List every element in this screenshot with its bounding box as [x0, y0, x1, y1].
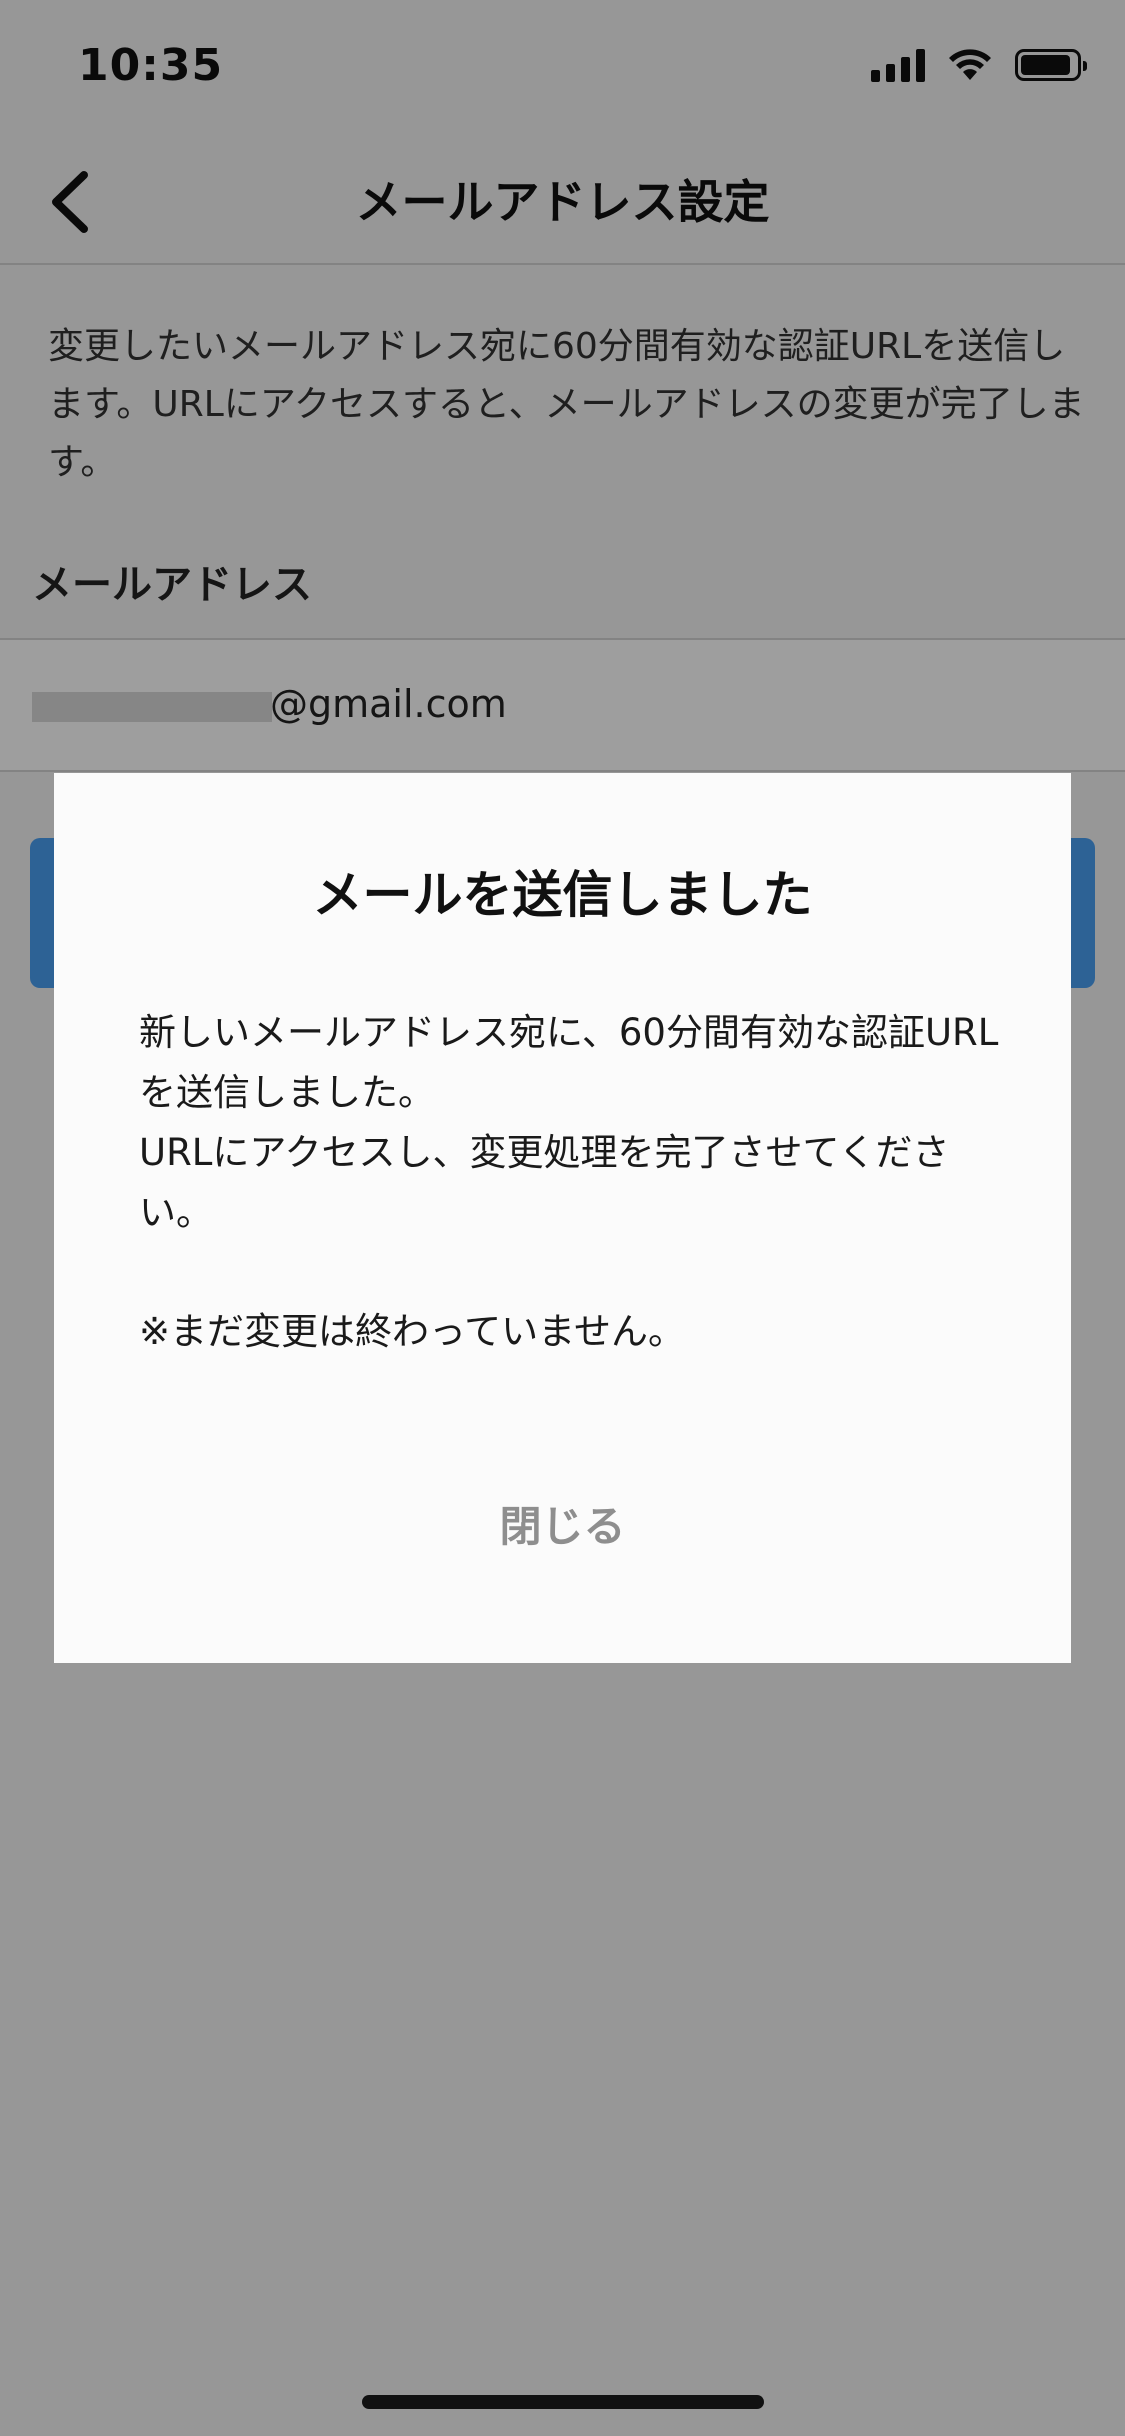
- dialog-message-line: 新しいメールアドレス宛に、60分間有効な認証URLを送信しました。: [139, 1011, 999, 1114]
- screen: 10:35 メールアドレス設定 変更したいメールアドレス宛に60分間有効な認証U…: [0, 0, 1125, 2436]
- home-indicator[interactable]: [362, 2395, 764, 2409]
- close-button[interactable]: 閉じる: [54, 1473, 1071, 1573]
- dialog-message-line: URLにアクセスし、変更処理を完了させてください。: [139, 1131, 950, 1234]
- dialog-message: 新しいメールアドレス宛に、60分間有効な認証URLを送信しました。 URLにアク…: [139, 1003, 999, 1243]
- dialog-note: ※まだ変更は終わっていません。: [139, 1310, 686, 1353]
- confirmation-dialog: メールを送信しました 新しいメールアドレス宛に、60分間有効な認証URLを送信し…: [54, 773, 1071, 1663]
- dialog-title: メールを送信しました: [312, 866, 813, 924]
